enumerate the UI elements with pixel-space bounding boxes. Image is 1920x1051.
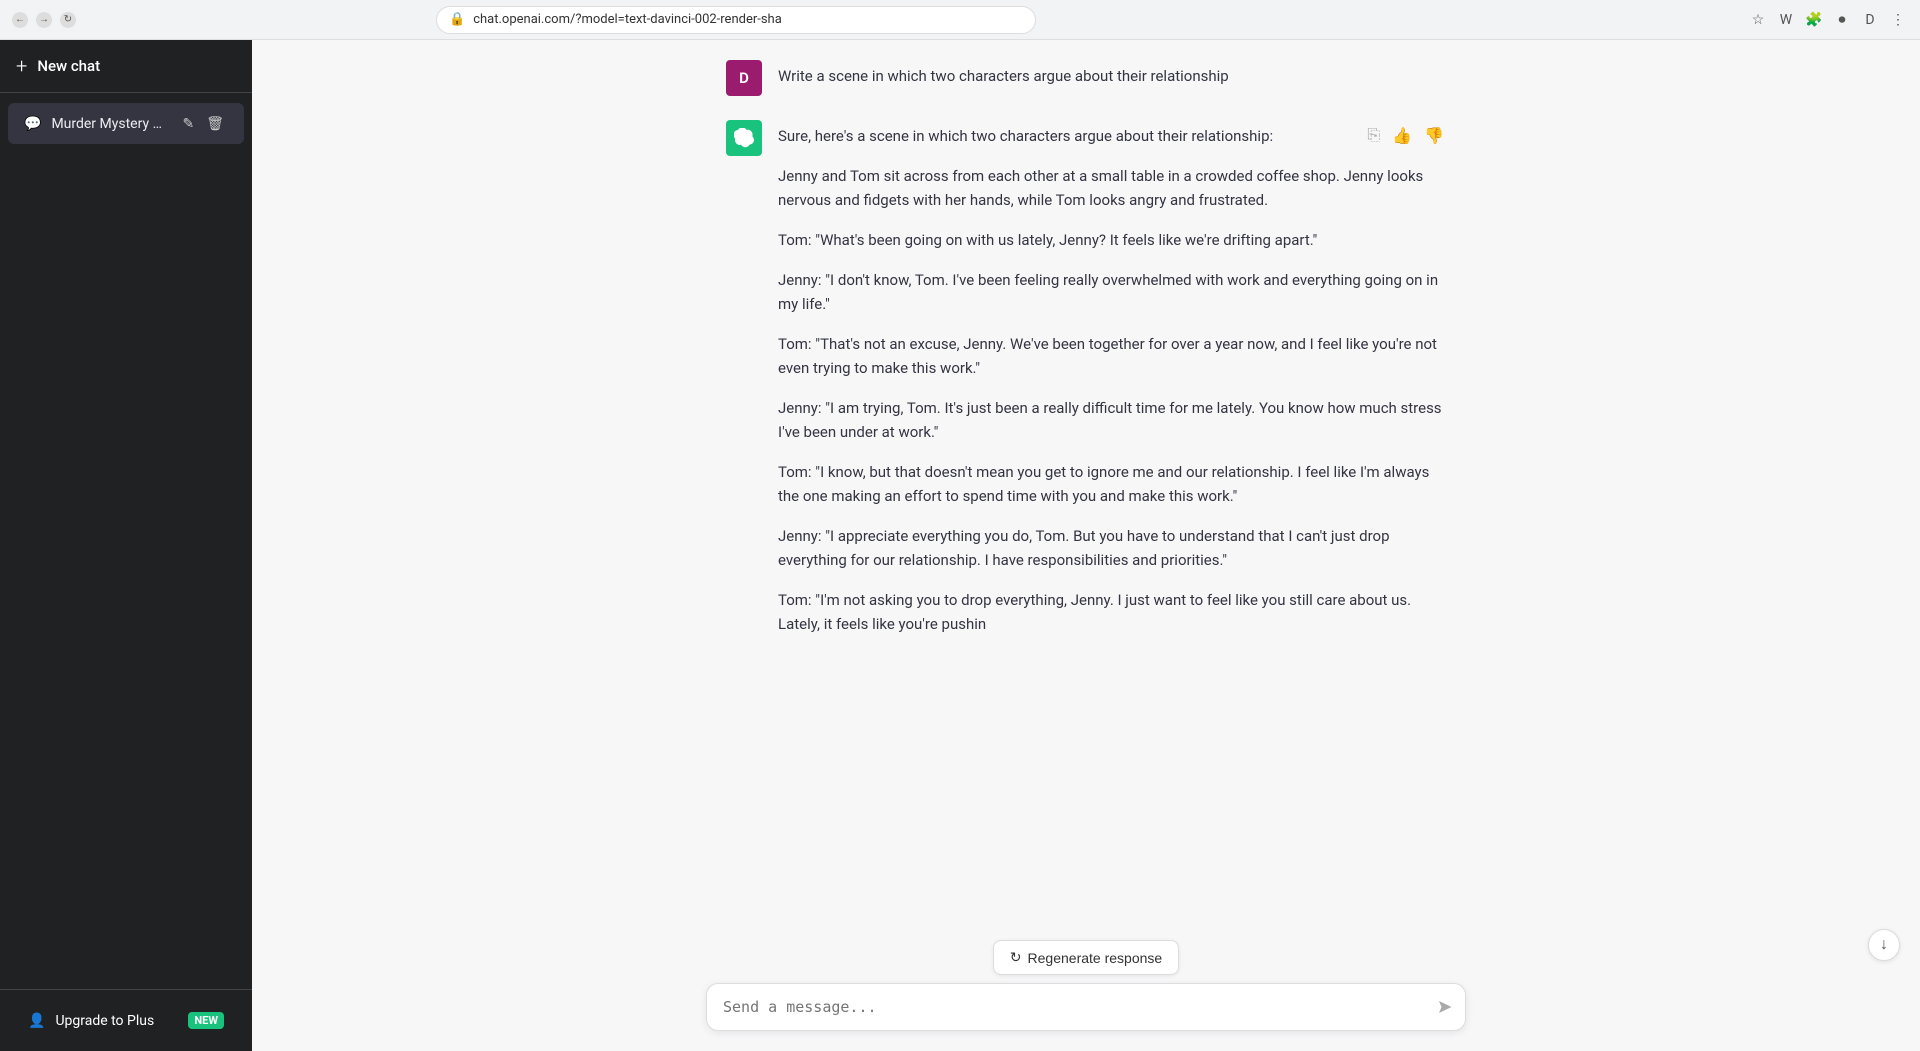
address-bar[interactable]: 🔒 chat.openai.com/?model=text-davinci-00…: [436, 6, 1036, 34]
new-chat-button[interactable]: + New chat: [0, 40, 252, 93]
app-container: + New chat 💬 Murder Mystery Plot.. ✎ 🗑 👤…: [0, 40, 1920, 1051]
scroll-to-bottom-button[interactable]: ↓: [1868, 929, 1900, 961]
main-content: D Write a scene in which two characters …: [252, 40, 1920, 1051]
assistant-message-content: Sure, here's a scene in which two charac…: [778, 120, 1446, 652]
chat-bubble-icon: 💬: [24, 116, 41, 132]
chat-messages: D Write a scene in which two characters …: [252, 40, 1920, 924]
regenerate-response-button[interactable]: ↻ Regenerate response: [993, 940, 1179, 975]
para-8: Tom: "I'm not asking you to drop everyth…: [778, 588, 1446, 636]
para-4: Tom: "That's not an excuse, Jenny. We've…: [778, 332, 1446, 380]
message-container: D Write a scene in which two characters …: [706, 60, 1466, 652]
chat-title: Murder Mystery Plot..: [51, 116, 168, 132]
message-input-wrapper: [706, 983, 1466, 1031]
chat-list: 💬 Murder Mystery Plot.. ✎ 🗑: [0, 93, 252, 989]
upgrade-label: Upgrade to Plus: [55, 1013, 154, 1029]
assistant-message: Sure, here's a scene in which two charac…: [726, 120, 1446, 652]
new-chat-label: New chat: [37, 57, 100, 75]
para-7: Jenny: "I appreciate everything you do, …: [778, 524, 1446, 572]
para-1: Jenny and Tom sit across from each other…: [778, 164, 1446, 212]
scroll-down-icon: ↓: [1880, 936, 1888, 954]
para-2: Tom: "What's been going on with us latel…: [778, 228, 1446, 252]
extension-record-icon[interactable]: ⏺: [1832, 10, 1852, 30]
user-message-content: Write a scene in which two characters ar…: [778, 60, 1446, 96]
regen-label: Regenerate response: [1028, 950, 1163, 966]
thumbs-down-button[interactable]: 👎: [1422, 124, 1446, 148]
para-5: Jenny: "I am trying, Tom. It's just been…: [778, 396, 1446, 444]
user-icon: 👤: [28, 1013, 45, 1029]
url-text: chat.openai.com/?model=text-davinci-002-…: [473, 12, 782, 27]
upgrade-to-plus-button[interactable]: 👤 Upgrade to Plus NEW: [16, 1002, 236, 1039]
message-input[interactable]: [707, 984, 1465, 1030]
regen-bar: ↻ Regenerate response: [272, 940, 1900, 975]
user-message: D Write a scene in which two characters …: [726, 60, 1446, 96]
sidebar: + New chat 💬 Murder Mystery Plot.. ✎ 🗑 👤…: [0, 40, 252, 1051]
browser-chrome: ← → ↻ 🔒 chat.openai.com/?model=text-davi…: [0, 0, 1920, 40]
regen-icon: ↻: [1010, 949, 1022, 966]
para-3: Jenny: "I don't know, Tom. I've been fee…: [778, 268, 1446, 316]
delete-chat-button[interactable]: 🗑: [202, 113, 228, 134]
new-badge: NEW: [188, 1012, 224, 1029]
forward-button[interactable]: →: [36, 12, 52, 28]
message-actions: ⎘ 👍 👎: [1365, 124, 1446, 148]
user-avatar: D: [726, 60, 762, 96]
bookmark-icon[interactable]: ☆: [1748, 10, 1768, 30]
back-button[interactable]: ←: [12, 12, 28, 28]
reload-button[interactable]: ↻: [60, 12, 76, 28]
assistant-avatar: [726, 120, 762, 156]
plus-icon: +: [16, 54, 27, 78]
para-0: Sure, here's a scene in which two charac…: [778, 124, 1446, 148]
menu-icon[interactable]: ⋮: [1888, 10, 1908, 30]
browser-actions: ☆ W 🧩 ⏺ D ⋮: [1748, 10, 1908, 30]
send-button[interactable]: [1437, 999, 1453, 1015]
chat-item[interactable]: 💬 Murder Mystery Plot.. ✎ 🗑: [8, 103, 244, 144]
profile-icon[interactable]: D: [1860, 10, 1880, 30]
extension-puzzle-icon[interactable]: 🧩: [1804, 10, 1824, 30]
thumbs-up-button[interactable]: 👍: [1390, 124, 1414, 148]
sidebar-footer: 👤 Upgrade to Plus NEW: [0, 989, 252, 1051]
extension-w-icon[interactable]: W: [1776, 10, 1796, 30]
input-area: ↻ Regenerate response: [252, 924, 1920, 1051]
send-icon: [1437, 999, 1453, 1015]
lock-icon: 🔒: [449, 12, 465, 27]
copy-button[interactable]: ⎘: [1365, 124, 1382, 148]
edit-chat-button[interactable]: ✎: [178, 113, 198, 134]
para-6: Tom: "I know, but that doesn't mean you …: [778, 460, 1446, 508]
chat-item-actions: ✎ 🗑: [178, 113, 228, 134]
